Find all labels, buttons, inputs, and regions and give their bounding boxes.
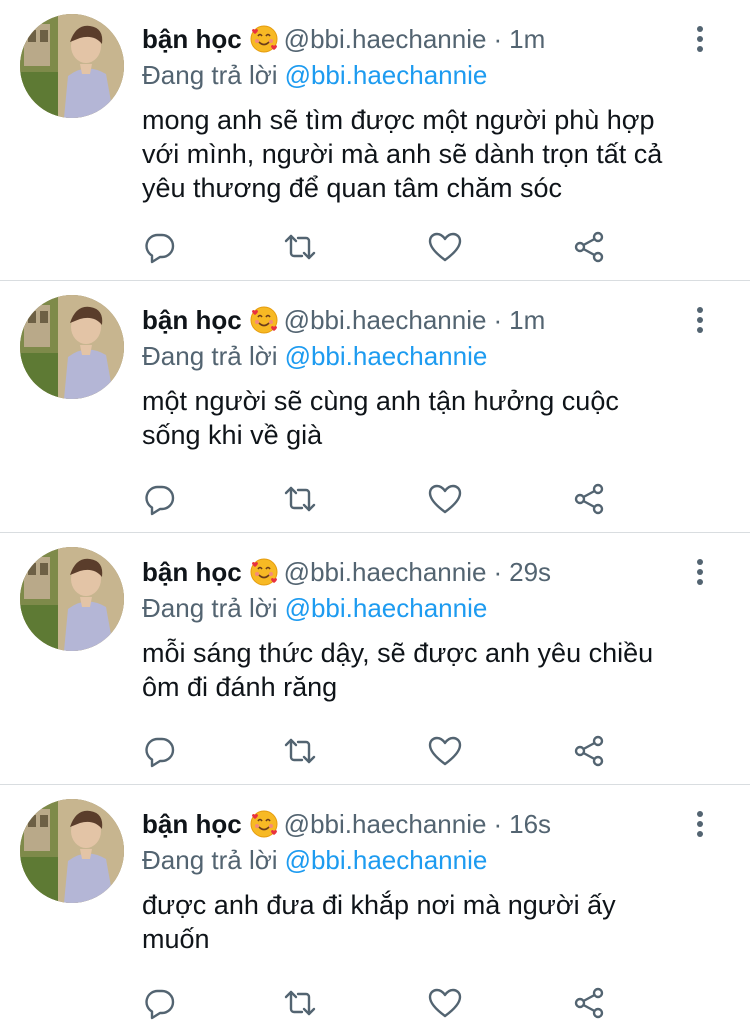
tweet-actions: [142, 229, 612, 265]
tweet-text-line: ôm đi đánh răng: [142, 672, 338, 702]
retweet-icon[interactable]: [282, 985, 318, 1021]
user-handle[interactable]: @bbi.haechannie: [284, 303, 487, 337]
smiling-face-with-hearts-icon: [250, 810, 278, 838]
reply-thread: bận học @bbi.haechannie · 1m Đang trả lờ…: [0, 0, 750, 1030]
replying-to-mention[interactable]: @bbi.haechannie: [285, 593, 488, 623]
tweet-text-line: yêu thương để quan tâm chăm sóc: [142, 173, 563, 203]
tweet-text-line: với mình, người mà anh sẽ dành trọn tất …: [142, 139, 663, 169]
avatar[interactable]: [20, 799, 124, 903]
replying-to-label: Đang trả lời: [142, 845, 278, 875]
tweet[interactable]: bận học @bbi.haechannie · 29s Đang trả l…: [0, 533, 750, 785]
replying-to: Đang trả lời @bbi.haechannie: [142, 339, 487, 373]
share-icon[interactable]: [571, 229, 607, 265]
smiling-face-with-hearts-icon: [250, 558, 278, 586]
tweet-text: mỗi sáng thức dậy, sẽ được anh yêu chiều…: [142, 636, 732, 704]
tweet-header: bận học @bbi.haechannie · 16s: [142, 807, 551, 841]
smiling-face-with-hearts-icon: [250, 306, 278, 334]
tweet[interactable]: bận học @bbi.haechannie · 1m Đang trả lờ…: [0, 0, 750, 281]
tweet-text-line: được anh đưa đi khắp nơi mà người ấy: [142, 890, 616, 920]
replying-to-label: Đang trả lời: [142, 593, 278, 623]
replying-to-mention[interactable]: @bbi.haechannie: [285, 60, 488, 90]
replying-to: Đang trả lời @bbi.haechannie: [142, 58, 487, 92]
replying-to-mention[interactable]: @bbi.haechannie: [285, 341, 488, 371]
tweet[interactable]: bận học @bbi.haechannie · 1m Đang trả lờ…: [0, 281, 750, 533]
replying-to-label: Đang trả lời: [142, 60, 278, 90]
replying-to: Đang trả lời @bbi.haechannie: [142, 843, 487, 877]
tweet-text: mong anh sẽ tìm được một người phù hợp v…: [142, 103, 732, 205]
share-icon[interactable]: [571, 985, 607, 1021]
heart-icon[interactable]: [427, 985, 463, 1021]
timestamp[interactable]: 29s: [509, 555, 551, 589]
user-handle[interactable]: @bbi.haechannie: [284, 22, 487, 56]
tweet-text: được anh đưa đi khắp nơi mà người ấy muố…: [142, 888, 732, 956]
tweet-text: một người sẽ cùng anh tận hưởng cuộc sốn…: [142, 384, 732, 452]
tweet-text-line: mong anh sẽ tìm được một người phù hợp: [142, 105, 655, 135]
avatar[interactable]: [20, 547, 124, 651]
avatar[interactable]: [20, 14, 124, 118]
comment-icon[interactable]: [142, 481, 178, 517]
tweet-header: bận học @bbi.haechannie · 1m: [142, 303, 545, 337]
more-vertical-icon[interactable]: [694, 557, 706, 587]
comment-icon[interactable]: [142, 733, 178, 769]
retweet-icon[interactable]: [282, 229, 318, 265]
more-vertical-icon[interactable]: [694, 305, 706, 335]
timestamp[interactable]: 1m: [509, 303, 545, 337]
tweet-text-line: một người sẽ cùng anh tận hưởng cuộc: [142, 386, 619, 416]
timestamp[interactable]: 16s: [509, 807, 551, 841]
share-icon[interactable]: [571, 481, 607, 517]
timestamp[interactable]: 1m: [509, 22, 545, 56]
comment-icon[interactable]: [142, 985, 178, 1021]
comment-icon[interactable]: [142, 229, 178, 265]
separator-dot: ·: [493, 305, 503, 335]
tweet-actions: [142, 733, 612, 769]
replying-to-mention[interactable]: @bbi.haechannie: [285, 845, 488, 875]
avatar[interactable]: [20, 295, 124, 399]
display-name[interactable]: bận học: [142, 807, 242, 841]
heart-icon[interactable]: [427, 229, 463, 265]
heart-icon[interactable]: [427, 733, 463, 769]
tweet-actions: [142, 481, 612, 517]
tweet-text-line: sống khi về già: [142, 420, 323, 450]
tweet-header: bận học @bbi.haechannie · 29s: [142, 555, 551, 589]
display-name[interactable]: bận học: [142, 303, 242, 337]
display-name[interactable]: bận học: [142, 555, 242, 589]
user-handle[interactable]: @bbi.haechannie: [284, 807, 487, 841]
tweet-header: bận học @bbi.haechannie · 1m: [142, 22, 545, 56]
retweet-icon[interactable]: [282, 481, 318, 517]
share-icon[interactable]: [571, 733, 607, 769]
display-name[interactable]: bận học: [142, 22, 242, 56]
retweet-icon[interactable]: [282, 733, 318, 769]
separator-dot: ·: [493, 24, 503, 54]
replying-to: Đang trả lời @bbi.haechannie: [142, 591, 487, 625]
user-handle[interactable]: @bbi.haechannie: [284, 555, 487, 589]
more-vertical-icon[interactable]: [694, 24, 706, 54]
replying-to-label: Đang trả lời: [142, 341, 278, 371]
smiling-face-with-hearts-icon: [250, 25, 278, 53]
tweet[interactable]: bận học @bbi.haechannie · 16s Đang trả l…: [0, 785, 750, 1030]
tweet-text-line: muốn: [142, 924, 210, 954]
separator-dot: ·: [493, 809, 503, 839]
more-vertical-icon[interactable]: [694, 809, 706, 839]
tweet-actions: [142, 985, 612, 1021]
heart-icon[interactable]: [427, 481, 463, 517]
tweet-text-line: mỗi sáng thức dậy, sẽ được anh yêu chiều: [142, 638, 654, 668]
separator-dot: ·: [493, 557, 503, 587]
